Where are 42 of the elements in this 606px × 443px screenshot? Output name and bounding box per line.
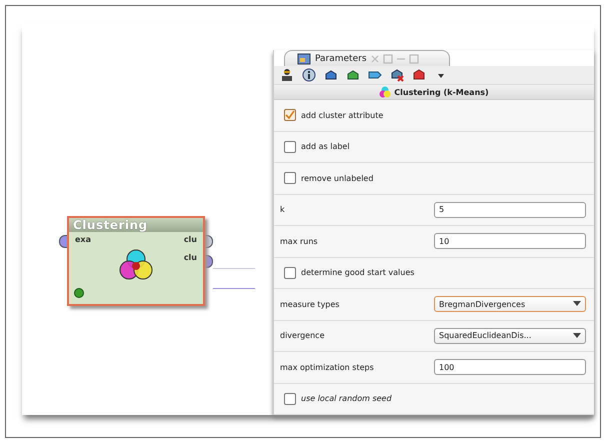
port-label: clu (184, 253, 197, 262)
delete-icon[interactable] (390, 68, 404, 82)
input-field[interactable]: 5 (434, 202, 586, 218)
checkbox-label: remove unlabeled (301, 174, 374, 183)
clustering-icon (379, 86, 392, 98)
port-label: clu (184, 235, 197, 244)
dropdown-caret-icon (573, 332, 581, 339)
parameter-label: k (280, 205, 286, 214)
parameters-icon (297, 52, 311, 64)
input-field[interactable]: 10 (434, 233, 586, 250)
dropdown[interactable]: SquaredEuclideanDis... (434, 328, 586, 344)
connection-line (213, 268, 255, 269)
house-icon[interactable] (324, 68, 338, 82)
connection-line (213, 288, 255, 289)
dropdown[interactable]: BregmanDivergences (434, 296, 586, 312)
checkbox-label: use local random seed (301, 394, 392, 404)
dropdown-caret-icon (573, 301, 581, 308)
checkbox[interactable] (284, 109, 296, 122)
operator-title: Clustering (69, 218, 203, 232)
checkbox[interactable] (284, 392, 296, 405)
parameter-label: max runs (280, 236, 319, 246)
check-icon (285, 110, 295, 120)
port-label: exa (75, 235, 91, 244)
checkbox[interactable] (284, 172, 296, 184)
info-icon[interactable] (302, 68, 316, 82)
panel-tab[interactable]: Parameters (284, 50, 450, 66)
checkbox[interactable] (284, 266, 296, 279)
house-icon[interactable] (412, 68, 426, 82)
checkbox[interactable] (284, 140, 296, 153)
operator-name: Clustering (k-Means) (394, 88, 489, 96)
checkbox-label: determine good start values (301, 268, 414, 278)
person-icon[interactable] (280, 68, 294, 82)
parameter-label: measure types (280, 300, 340, 309)
status-light-icon (74, 288, 84, 298)
operator-block[interactable]: Clustering exa clu clu (67, 216, 205, 306)
tab-label: Parameters (315, 54, 367, 64)
input-field[interactable]: 100 (434, 359, 586, 376)
parameter-label: max optimization steps (280, 362, 375, 372)
checkbox-label: add as label (301, 142, 350, 152)
checkbox-label: add cluster attribute (301, 110, 384, 120)
parameter-label: divergence (280, 331, 326, 340)
house-icon[interactable] (346, 68, 360, 82)
